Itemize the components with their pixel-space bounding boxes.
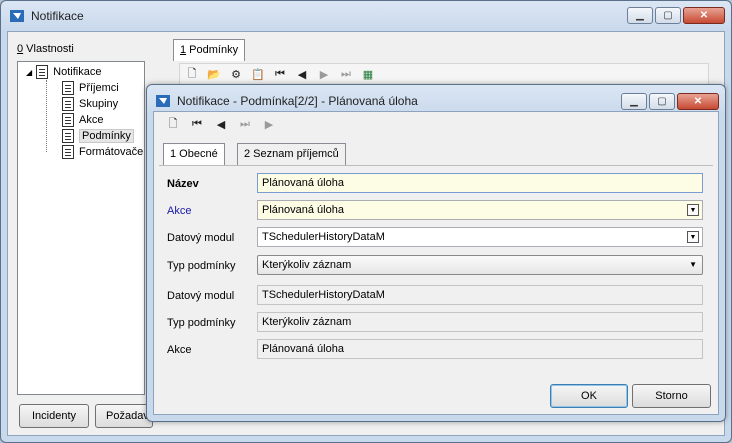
typ-podminky-value: Kterýkoliv záznam — [262, 259, 352, 271]
close-icon: ✕ — [699, 10, 709, 21]
datovy-modul-value: TSchedulerHistoryDataM — [262, 231, 385, 243]
akce-ro-value: Plánovaná úloha — [262, 343, 344, 355]
collapse-icon[interactable]: ◢ — [26, 68, 32, 77]
datovy-modul-label: Datový modul — [167, 232, 235, 244]
storno-button-label: Storno — [655, 390, 688, 402]
dropdown-icon[interactable]: ▼ — [687, 204, 699, 216]
tab-obecne[interactable]: 1 Obecné — [163, 143, 225, 165]
app-icon — [10, 10, 24, 22]
akce-readonly: Plánovaná úloha — [257, 339, 703, 359]
dropdown-icon[interactable]: ▼ — [687, 231, 699, 243]
nazev-label: Název — [167, 178, 199, 190]
document-icon — [62, 145, 74, 159]
tab-separator — [159, 165, 713, 166]
akce-ro-label: Akce — [167, 344, 192, 356]
akce-label: Akce — [167, 205, 192, 217]
main-toolbar: 🗋 📂 ⚙ 📋 ⏮ ◀ ▶ ⏭ ▦ — [179, 63, 709, 85]
previous-record-icon[interactable]: ◀ — [294, 66, 310, 82]
dialog-maximize-button[interactable]: ▢ — [649, 93, 675, 110]
incidents-button-label: Incidenty — [31, 410, 77, 422]
open-folder-icon[interactable]: 📂 — [206, 66, 222, 82]
dialog-title: Notifikace - Podmínka[2/2] - Plánovaná ú… — [177, 94, 418, 108]
main-titlebar[interactable]: Notifikace — [1, 1, 731, 31]
nazev-field[interactable]: Plánovaná úloha — [257, 173, 703, 193]
next-record-icon[interactable]: ▶ — [261, 116, 277, 132]
typ-podminky-select[interactable]: Kterýkoliv záznam ▼ — [257, 255, 703, 275]
new-icon[interactable]: 🗋 — [184, 66, 200, 82]
last-record-icon[interactable]: ⏭ — [338, 66, 354, 82]
tab-seznam-prijemcu-label: 2 Seznam příjemců — [244, 148, 339, 160]
incidents-button[interactable]: Incidenty — [19, 404, 89, 428]
tree-item-skupiny[interactable]: Skupiny — [62, 96, 118, 112]
akce-select[interactable]: Plánovaná úloha ▼ — [257, 200, 703, 220]
dialog-caption-buttons: ▁ ▢ ✕ — [621, 93, 719, 110]
tree-item-label: Akce — [79, 114, 104, 126]
datovy-modul-select[interactable]: TSchedulerHistoryDataM ▼ — [257, 227, 703, 247]
tree-item-label: Notifikace — [53, 66, 102, 78]
document-icon — [62, 81, 74, 95]
ok-button[interactable]: OK — [550, 384, 628, 408]
tree-item-akce[interactable]: Akce — [62, 112, 103, 128]
tree-item-label: Podmínky — [79, 129, 134, 143]
chevron-down-icon[interactable]: ▼ — [689, 260, 697, 269]
next-record-icon[interactable]: ▶ — [316, 66, 332, 82]
dialog-minimize-button[interactable]: ▁ — [621, 93, 647, 110]
tree-item-label: Formátovače — [79, 146, 144, 158]
maximize-button[interactable]: ▢ — [655, 7, 681, 24]
document-icon — [62, 129, 74, 143]
first-record-icon[interactable]: ⏮ — [272, 66, 288, 82]
dialog-toolbar: 🗋 ⏮ ◀ ⏭ ▶ — [159, 113, 717, 135]
minimize-button[interactable]: ▁ — [627, 7, 653, 24]
close-icon: ✕ — [693, 96, 703, 107]
minimize-icon: ▁ — [630, 96, 638, 107]
requests-button[interactable]: Požadav — [95, 404, 153, 428]
tab-vlastnosti-label: Vlastnosti — [23, 43, 74, 55]
maximize-icon: ▢ — [657, 96, 667, 107]
main-caption-buttons: ▁ ▢ ✕ — [627, 7, 725, 24]
requests-button-label: Požadav — [106, 410, 149, 422]
tab-vlastnosti[interactable]: 0 Vlastnosti — [17, 43, 74, 55]
first-record-icon[interactable]: ⏮ — [189, 116, 205, 132]
main-title: Notifikace — [31, 9, 84, 23]
document-icon — [36, 65, 49, 79]
previous-record-icon[interactable]: ◀ — [213, 116, 229, 132]
new-icon[interactable]: 🗋 — [165, 116, 181, 132]
typ-podminky-label: Typ podmínky — [167, 260, 236, 272]
close-button[interactable]: ✕ — [683, 7, 725, 24]
condition-dialog: Notifikace - Podmínka[2/2] - Plánovaná ú… — [146, 84, 726, 422]
tab-seznam-prijemcu[interactable]: 2 Seznam příjemců — [237, 143, 346, 165]
datovy-modul-ro-value: TSchedulerHistoryDataM — [262, 289, 385, 301]
tree-item-label: Skupiny — [79, 98, 119, 110]
maximize-icon: ▢ — [663, 10, 673, 21]
typ-podminky-ro-value: Kterýkoliv záznam — [262, 316, 352, 328]
tab-podminky[interactable]: 1 Podmínky — [173, 39, 246, 61]
nazev-value: Plánovaná úloha — [262, 177, 344, 189]
excel-icon[interactable]: ▦ — [360, 66, 376, 82]
app-icon — [156, 95, 170, 107]
datovy-modul-ro-label: Datový modul — [167, 290, 235, 302]
tree-item-label: Příjemci — [79, 82, 119, 94]
document-icon — [62, 97, 74, 111]
akce-value: Plánovaná úloha — [262, 204, 344, 216]
tree-line — [46, 80, 47, 152]
tab-obecne-label: 1 Obecné — [170, 148, 218, 160]
storno-button[interactable]: Storno — [632, 384, 711, 408]
tree-item-podminky[interactable]: Podmínky — [62, 128, 134, 144]
tree-item-formatovace[interactable]: Formátovače — [62, 144, 143, 160]
tree-item-prijemci[interactable]: Příjemci — [62, 80, 119, 96]
tree-item-notifikace[interactable]: ◢ Notifikace — [26, 64, 101, 80]
tab-podminky-label: Podmínky — [186, 44, 239, 56]
typ-podminky-readonly: Kterýkoliv záznam — [257, 312, 703, 332]
properties-tree[interactable]: ◢ Notifikace Příjemci Skupiny Akce Podmí… — [17, 61, 145, 395]
clipboard-icon[interactable]: 📋 — [250, 66, 266, 82]
typ-podminky-ro-label: Typ podmínky — [167, 317, 236, 329]
dialog-close-button[interactable]: ✕ — [677, 93, 719, 110]
minimize-icon: ▁ — [636, 10, 644, 21]
ok-button-label: OK — [581, 390, 597, 402]
last-record-icon[interactable]: ⏭ — [237, 116, 253, 132]
settings-icon[interactable]: ⚙ — [228, 66, 244, 82]
document-icon — [62, 113, 74, 127]
datovy-modul-readonly: TSchedulerHistoryDataM — [257, 285, 703, 305]
